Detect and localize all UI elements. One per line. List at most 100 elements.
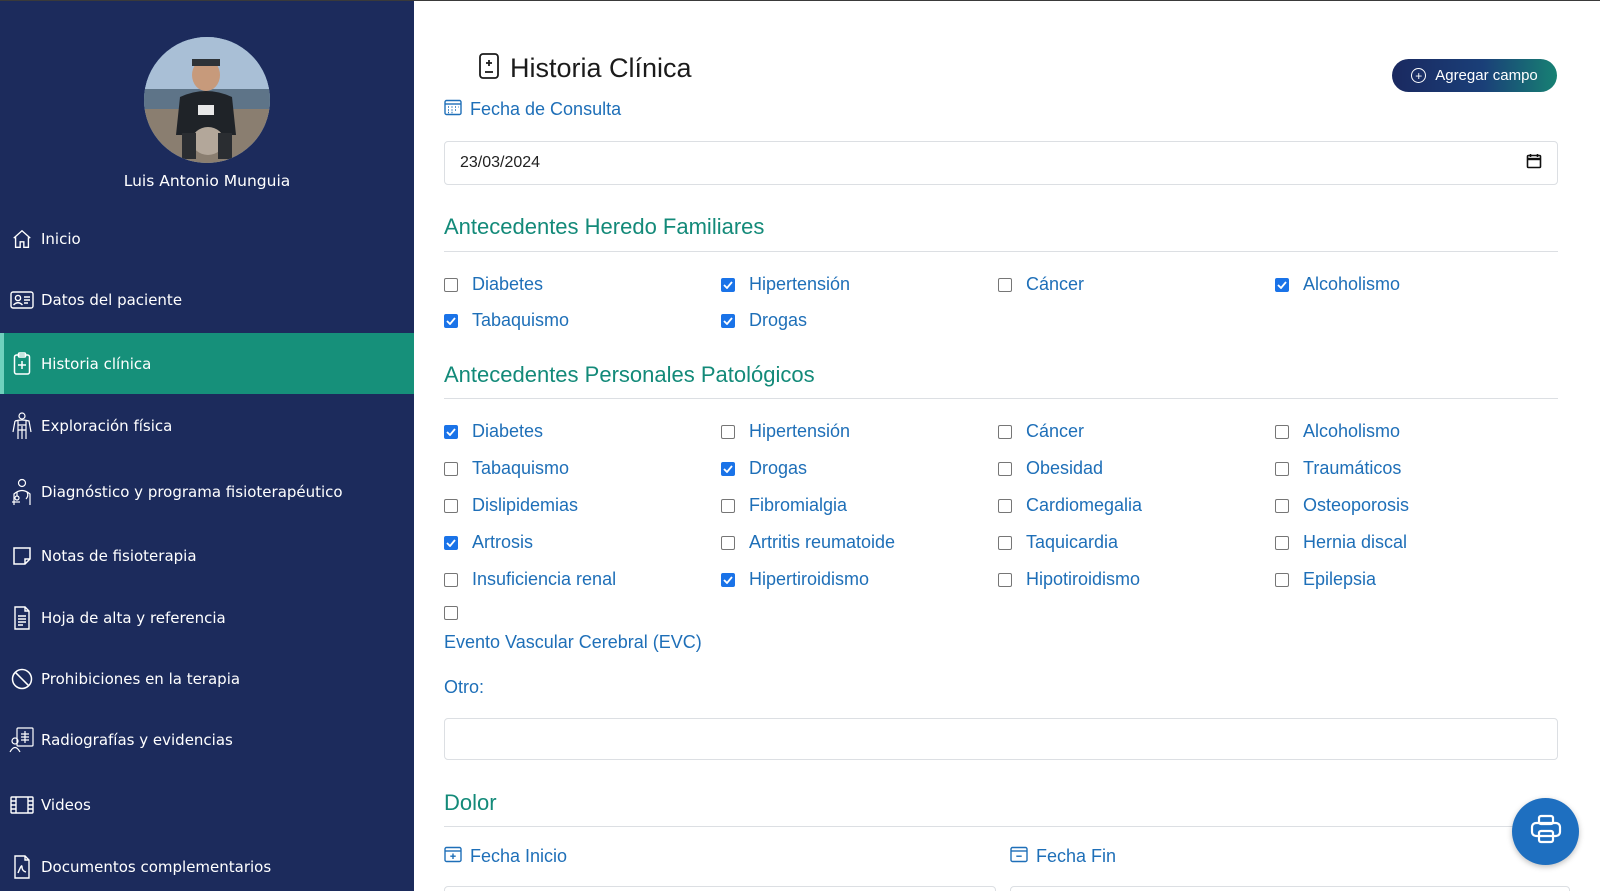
checkbox[interactable] [1275,535,1289,550]
fecha-fin-label: Fecha Fin [1010,845,1116,868]
heredo-cancer-checkbox[interactable]: Cáncer [998,274,1084,295]
print-button[interactable] [1512,798,1579,865]
sidebar-item-label: Videos [41,796,91,814]
personal-drogas-checkbox[interactable]: Drogas [721,458,807,479]
personal-hipertension-checkbox[interactable]: Hipertensión [721,421,850,442]
heredo-diabetes-checkbox[interactable]: Diabetes [444,274,543,295]
checkbox[interactable] [444,572,458,587]
sidebar-item-prohibiciones[interactable]: Prohibiciones en la terapia [0,661,414,697]
calendar-picker-icon[interactable] [1526,153,1542,174]
check-icon [723,464,733,473]
personal-hernia-discal-checkbox[interactable]: Hernia discal [1275,532,1407,553]
sidebar-item-videos[interactable]: Videos [0,787,414,823]
note-icon [9,543,35,569]
checkbox-checked[interactable] [721,313,735,328]
check-icon [446,427,456,436]
personal-osteoporosis-checkbox[interactable]: Osteoporosis [1275,495,1409,516]
checkbox[interactable] [998,277,1012,292]
checkbox[interactable] [721,535,735,550]
main-content: Historia Clínica + Agregar campo Fecha d… [414,0,1600,891]
checkbox-label: Drogas [749,458,808,478]
checkbox[interactable] [721,424,735,439]
personal-artritis-reumatoide-checkbox[interactable]: Artritis reumatoide [721,532,895,553]
checkbox-label: Epilepsia [1303,569,1377,589]
clipboard-plus-icon [9,351,35,377]
sidebar-item-historia-clinica[interactable]: Historia clínica [0,333,414,394]
fecha-inicio-input[interactable] [444,886,996,891]
personal-dislipidemias-checkbox[interactable]: Dislipidemias [444,495,578,516]
sidebar-item-radiografias[interactable]: Radiografías y evidencias [0,722,414,758]
checkbox-checked[interactable] [444,424,458,439]
plus-circle-icon: + [1411,68,1427,83]
checkbox[interactable] [1275,498,1289,513]
checkbox[interactable] [998,572,1012,587]
checkbox-label: Osteoporosis [1303,495,1410,515]
calendar-minus-icon [1010,845,1028,868]
checkbox-checked[interactable] [721,461,735,476]
personal-hipertiroidismo-checkbox[interactable]: Hipertiroidismo [721,569,869,590]
checkbox[interactable] [1275,461,1289,476]
checkbox-label: Hipotiroidismo [1026,569,1141,589]
sidebar-item-exploracion-fisica[interactable]: Exploración física [0,408,414,444]
evc-checkbox[interactable] [444,606,472,620]
checkbox-label: Fibromialgia [749,495,848,515]
page-header: Historia Clínica [478,52,692,85]
clipboard-icon [478,52,500,85]
add-field-button[interactable]: + Agregar campo [1392,59,1557,92]
personal-hipotiroidismo-checkbox[interactable]: Hipotiroidismo [998,569,1140,590]
sidebar-item-label: Radiografías y evidencias [41,731,233,749]
sidebar-item-hoja-alta[interactable]: Hoja de alta y referencia [0,600,414,636]
checkbox-checked[interactable] [444,535,458,550]
sidebar-item-documentos[interactable]: Documentos complementarios [0,849,414,885]
personal-traumaticos-checkbox[interactable]: Traumáticos [1275,458,1401,479]
heredo-hipertension-checkbox[interactable]: Hipertensión [721,274,850,295]
checkbox-label: Taquicardia [1026,532,1119,552]
checkbox[interactable] [444,461,458,476]
personal-taquicardia-checkbox[interactable]: Taquicardia [998,532,1118,553]
checkbox-label: Tabaquismo [472,310,570,330]
page-title: Historia Clínica [510,53,692,83]
checkbox-label: Hipertensión [749,274,851,294]
checkbox-label: Hipertiroidismo [749,569,870,589]
checkbox[interactable] [444,277,458,292]
personal-cancer-checkbox[interactable]: Cáncer [998,421,1084,442]
checkbox-checked[interactable] [444,313,458,328]
consulta-date-input[interactable]: 23/03/2024 [444,141,1558,185]
sidebar-item-diagnostico[interactable]: Diagnóstico y programa fisioterapéutico [0,474,414,510]
checkbox-label: Insuficiencia renal [472,569,617,589]
heredo-tabaquismo-checkbox[interactable]: Tabaquismo [444,310,569,331]
personal-obesidad-checkbox[interactable]: Obesidad [998,458,1103,479]
sidebar-item-datos-paciente[interactable]: Datos del paciente [0,282,414,318]
personal-fibromialgia-checkbox[interactable]: Fibromialgia [721,495,847,516]
checkbox[interactable] [1275,424,1289,439]
checkbox[interactable] [721,498,735,513]
checkbox[interactable] [444,498,458,513]
personal-tabaquismo-checkbox[interactable]: Tabaquismo [444,458,569,479]
personal-insuficiencia-renal-checkbox[interactable]: Insuficiencia renal [444,569,616,590]
checkbox-label: Cardiomegalia [1026,495,1143,515]
calendar-plus-icon [444,845,462,868]
personal-epilepsia-checkbox[interactable]: Epilepsia [1275,569,1376,590]
checkbox[interactable] [998,498,1012,513]
sidebar-item-inicio[interactable]: Inicio [0,221,414,257]
check-icon [446,538,456,547]
sidebar-item-notas-fisioterapia[interactable]: Notas de fisioterapia [0,538,414,574]
personal-artrosis-checkbox[interactable]: Artrosis [444,532,533,553]
heredo-drogas-checkbox[interactable]: Drogas [721,310,807,331]
checkbox[interactable] [998,461,1012,476]
otro-input[interactable] [444,718,1558,760]
sidebar-item-label: Historia clínica [41,354,152,373]
checkbox[interactable] [998,535,1012,550]
checkbox[interactable] [444,606,458,620]
personal-alcoholismo-checkbox[interactable]: Alcoholismo [1275,421,1400,442]
checkbox-checked[interactable] [721,572,735,587]
heredo-alcoholismo-checkbox[interactable]: Alcoholismo [1275,274,1400,295]
checkbox-checked[interactable] [1275,277,1289,292]
consulta-date-label: Fecha de Consulta [444,98,621,121]
fecha-fin-input[interactable] [1010,886,1570,891]
personal-diabetes-checkbox[interactable]: Diabetes [444,421,543,442]
checkbox[interactable] [998,424,1012,439]
checkbox-checked[interactable] [721,277,735,292]
personal-cardiomegalia-checkbox[interactable]: Cardiomegalia [998,495,1142,516]
checkbox[interactable] [1275,572,1289,587]
